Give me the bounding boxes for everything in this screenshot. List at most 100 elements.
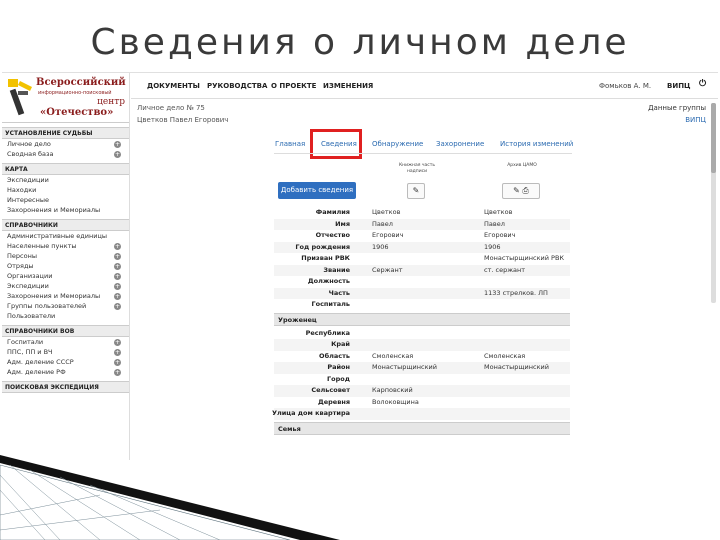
case-number: Личное дело № 75 — [137, 104, 205, 112]
plus-icon[interactable]: + — [114, 272, 121, 280]
row-value-1: Волоковщина — [372, 397, 419, 406]
sidebar-item-label: Личное дело — [7, 140, 51, 148]
sidebar-item-label: Экспедиции — [7, 176, 49, 184]
logo: Всероссийский информационно-поисковый це… — [2, 73, 129, 123]
table-row: Деревня Волоковщина — [274, 397, 570, 409]
sidebar-section-header: УСТАНОВЛЕНИЕ СУДЬБЫ — [2, 127, 129, 139]
edit-print-buttons[interactable]: ✎ ⎙ — [502, 183, 540, 199]
sidebar-item-label: Госпитали — [7, 338, 44, 346]
tab-history[interactable]: История изменений — [500, 140, 573, 148]
case-header: Личное дело № 75 Цветков Павел Егорович … — [131, 100, 718, 130]
row-label: Фамилия — [315, 208, 350, 216]
group-value[interactable]: ВИПЦ — [685, 116, 706, 124]
row-label: Имя — [335, 219, 350, 228]
sidebar-item-label: Административные единицы — [7, 232, 108, 240]
sidebar-item[interactable]: Интересные — [2, 195, 129, 205]
sidebar-item[interactable]: Группы пользователей + — [2, 301, 129, 311]
row-value-1: Егорович — [372, 231, 404, 239]
sidebar-item-label: Персоны — [7, 252, 37, 260]
sidebar-item[interactable]: Отряды + — [2, 261, 129, 271]
logo-line2: информационно-поисковый — [38, 90, 112, 96]
sidebar-item[interactable]: Населенные пункты + — [2, 241, 129, 251]
sidebar-item[interactable]: Персоны + — [2, 251, 129, 261]
row-label: Должность — [307, 277, 350, 285]
tab-main[interactable]: Главная — [275, 140, 305, 148]
sidebar-item[interactable]: Захоронения и Мемориалы + — [2, 291, 129, 301]
table-row: Район Монастырщинский Монастырщинский — [274, 362, 570, 374]
row-label: Деревня — [317, 397, 350, 406]
row-value-1: Цветков — [372, 208, 401, 216]
sidebar-item[interactable]: Госпитали + — [2, 337, 129, 347]
plus-icon[interactable]: + — [114, 358, 121, 366]
row-label: Сельсовет — [311, 386, 350, 394]
logo-line1: Всероссийский — [36, 77, 126, 88]
table-row: Должность — [274, 276, 570, 288]
org-name: ВИПЦ — [667, 82, 691, 90]
nav-about[interactable]: О ПРОЕКТЕ — [271, 82, 316, 90]
row-label: Звание — [323, 265, 350, 274]
info-table: Фамилия Цветков Цветков Имя Павел Павел Отчест… — [271, 207, 570, 460]
sidebar-item-label: Адм. деление СССР — [7, 358, 74, 366]
add-info-button[interactable]: Добавить сведения — [278, 182, 356, 199]
table-row: Звание Сержант ст. сержант — [274, 264, 570, 276]
plus-icon[interactable]: + — [114, 262, 121, 270]
plus-icon[interactable]: + — [114, 348, 121, 356]
user-name[interactable]: Фомьков А. М. — [599, 82, 651, 90]
sidebar-item[interactable]: Личное дело + — [2, 139, 129, 149]
row-value-1: 1906 — [372, 242, 389, 251]
sidebar-item[interactable]: Экспедиции — [2, 175, 129, 185]
plus-icon[interactable]: + — [114, 292, 121, 300]
sidebar-item[interactable]: Административные единицы — [2, 231, 129, 241]
row-label: Часть — [328, 288, 350, 297]
sidebar-item-label: Отряды — [7, 262, 34, 270]
sidebar-item[interactable]: Организации + — [2, 271, 129, 281]
row-value-1: Карповский — [372, 386, 413, 394]
nav-changes[interactable]: ИЗМЕНЕНИЯ — [323, 82, 373, 90]
row-label: Отчество — [315, 231, 350, 239]
plus-icon[interactable]: + — [114, 368, 121, 376]
sidebar-item-label: Захоронения и Мемориалы — [7, 206, 101, 214]
plus-icon[interactable]: + — [114, 242, 121, 250]
plus-icon[interactable]: + — [114, 338, 121, 346]
plus-icon[interactable]: + — [114, 252, 121, 260]
sidebar-item[interactable]: Адм. деление РФ + — [2, 367, 129, 377]
sidebar-item[interactable]: Экспедиции + — [2, 281, 129, 291]
table-row: Сельсовет Карповский — [274, 385, 570, 397]
table-group-header: Семья — [274, 421, 570, 435]
sidebar-item[interactable]: Сводная база + — [2, 149, 129, 159]
sidebar-item[interactable]: Адм. деление СССР + — [2, 357, 129, 367]
table-row: Имя Павел Павел — [274, 218, 570, 230]
row-label: Край — [331, 340, 350, 348]
plus-icon[interactable]: + — [114, 150, 121, 158]
nav-documents[interactable]: ДОКУМЕНТЫ — [147, 82, 200, 90]
sidebar-section-header: СПРАВОЧНИКИ ВОВ — [2, 325, 129, 337]
table-row: Фамилия Цветков Цветков — [274, 207, 570, 219]
sidebar-item-label: Организации — [7, 272, 53, 280]
plus-icon[interactable]: + — [114, 302, 121, 310]
table-group-header: Уроженец — [274, 312, 570, 326]
tab-discovery[interactable]: Обнаружение — [372, 140, 423, 148]
pencil-icon[interactable]: ✎ — [513, 186, 520, 195]
row-value-2: Монастырщинский РВК — [484, 254, 565, 262]
row-value-2: ст. сержант — [484, 265, 526, 274]
case-person: Цветков Павел Егорович — [137, 116, 229, 124]
pencil-icon[interactable]: ✎ — [407, 183, 425, 199]
sidebar-item-label: ППС, ПП и ВЧ — [7, 348, 53, 356]
power-icon[interactable]: ⏻ — [699, 79, 706, 89]
sidebar-item-label: Экспедиции — [7, 282, 49, 290]
sidebar-item[interactable]: ППС, ПП и ВЧ + — [2, 347, 129, 357]
printer-icon[interactable]: ⎙ — [522, 186, 528, 195]
sidebar-item[interactable]: Находки — [2, 185, 129, 195]
row-label: Улица дом квартира — [271, 409, 350, 417]
tab-burial[interactable]: Захоронение — [436, 140, 484, 148]
table-row: Часть 1133 стрелков. ЛП — [274, 287, 570, 299]
sidebar-item[interactable]: Захоронения и Мемориалы — [2, 205, 129, 215]
row-value-2: Егорович — [484, 231, 516, 239]
plus-icon[interactable]: + — [114, 282, 121, 290]
scrollbar-thumb[interactable] — [711, 103, 716, 173]
nav-guides[interactable]: РУКОВОДСТВА — [207, 82, 267, 90]
plus-icon[interactable]: + — [114, 140, 121, 148]
logo-line4: «Отечество» — [40, 107, 114, 118]
sidebar-item[interactable]: Пользователи — [2, 311, 129, 321]
sidebar-item-label: Населенные пункты — [7, 242, 77, 250]
